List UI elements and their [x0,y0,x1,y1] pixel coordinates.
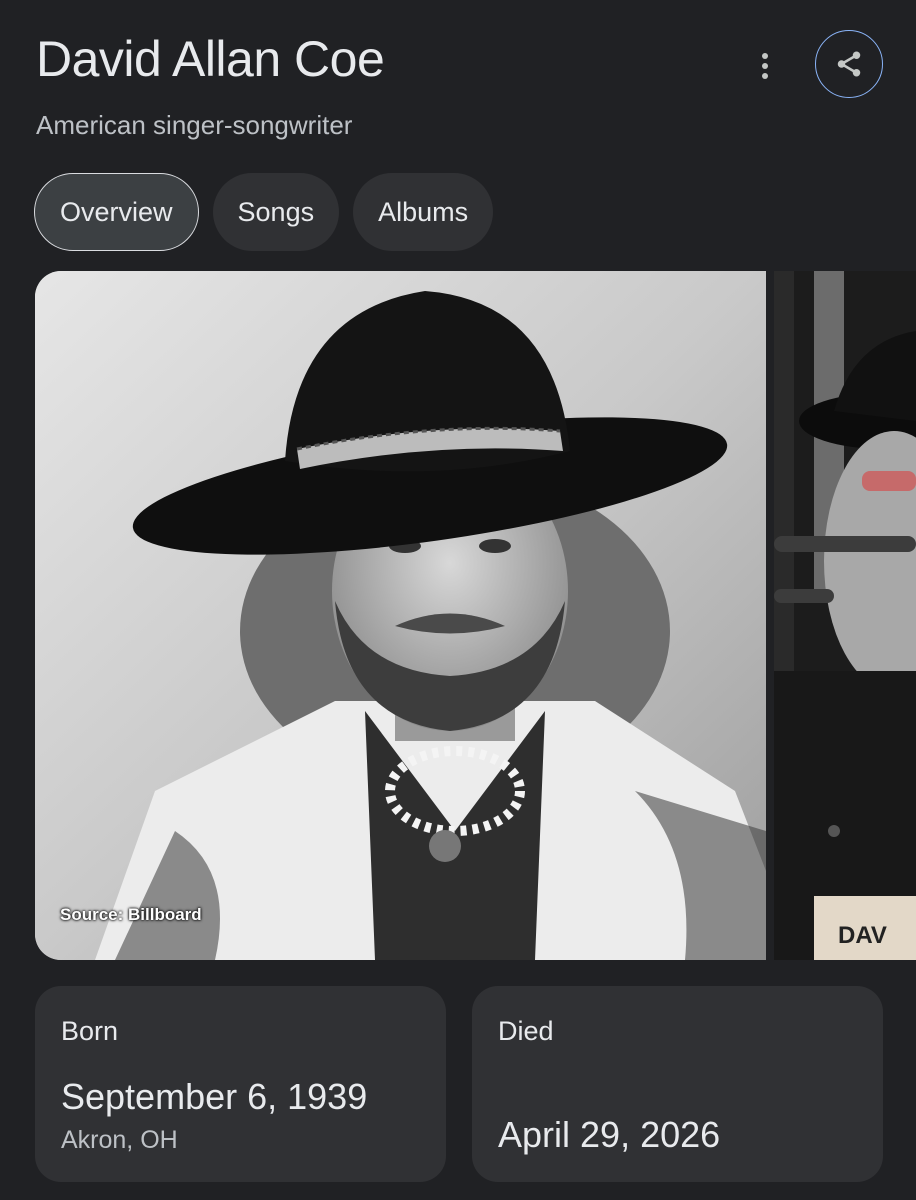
portrait-image [35,271,766,960]
born-date: September 6, 1939 [61,1076,368,1117]
born-card[interactable]: Born September 6, 1939 Akron, OH [35,986,446,1182]
born-label: Born [61,1016,119,1046]
tab-songs[interactable]: Songs [212,173,340,251]
main-photo[interactable]: Source: Billboard [35,271,766,960]
share-icon [837,51,861,77]
image-source: Source: Billboard [60,905,202,924]
second-photo[interactable]: DAV [774,271,916,960]
share-button[interactable] [815,30,883,98]
more-vert-icon [762,53,768,79]
page-title: David Allan Coe [36,31,385,87]
page-subtitle: American singer-songwriter [36,110,353,140]
concert-image: DAV [774,271,916,960]
tab-bar: Overview Songs Albums [34,173,494,251]
died-date: April 29, 2026 [498,1114,721,1155]
knowledge-panel: David Allan Coe American singer-songwrit… [0,0,916,1200]
died-label: Died [498,1016,554,1046]
tab-albums[interactable]: Albums [353,173,494,251]
more-options-button[interactable] [748,44,782,88]
tab-overview[interactable]: Overview [34,173,199,251]
badge-text: DAV [838,922,887,949]
born-place: Akron, OH [61,1126,178,1154]
died-card[interactable]: Died April 29, 2026 [472,986,883,1182]
